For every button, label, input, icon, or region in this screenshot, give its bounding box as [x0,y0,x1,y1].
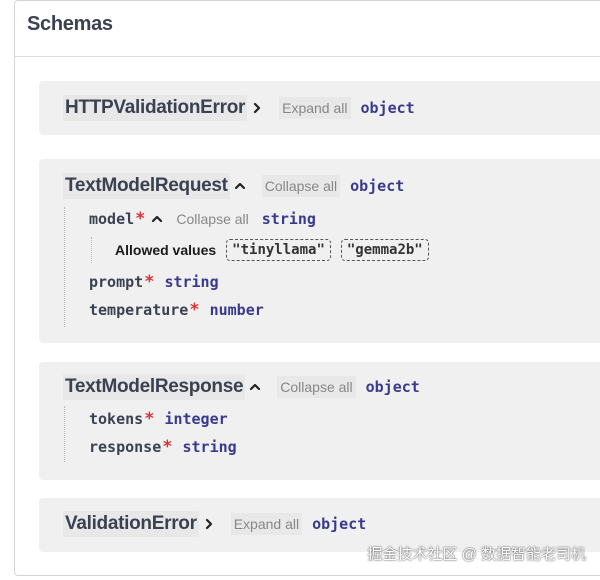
required-marker: * [144,272,155,292]
collapse-all-button[interactable]: Collapse all [277,376,356,398]
required-marker: * [189,300,200,320]
property-type: integer [164,410,228,428]
model-type: object [312,515,367,533]
model-type: object [365,378,420,396]
chevron-up-icon[interactable] [232,178,248,194]
allowed-values-label: Allowed values [115,242,217,258]
expand-all-button[interactable]: Expand all [230,513,303,535]
chevron-up-icon[interactable] [149,211,165,227]
collapse-all-button[interactable]: Collapse all [261,175,341,197]
property-name: model [89,210,135,228]
chevron-up-icon[interactable] [247,379,263,395]
property-row-tokens: tokens * integer [89,407,228,431]
required-marker: * [144,409,155,429]
property-tree-line [64,207,65,327]
model-name[interactable]: ValidationError [63,511,199,537]
model-textmodelrequest: TextModelRequest Collapse all object mod… [39,159,600,343]
section-title: Schemas [27,13,113,35]
model-textmodelresponse: TextModelResponse Collapse all object to… [39,362,600,480]
property-row-prompt: prompt * string [89,270,219,294]
property-name: temperature [89,301,189,319]
enum-value: "tinyllama" [226,239,331,261]
property-row-model: model * Collapse all string [89,207,316,231]
model-name[interactable]: HTTPValidationError [63,95,248,121]
required-marker: * [162,437,173,457]
property-type: string [164,273,219,291]
enum-tree-line [91,237,92,263]
property-row-temperature: temperature * number [89,298,264,322]
property-name: response [89,438,162,456]
required-marker: * [135,209,146,229]
expand-all-button[interactable]: Expand all [279,97,351,119]
collapse-all-button[interactable]: Collapse all [173,208,251,230]
chevron-right-icon[interactable] [201,516,217,532]
model-name[interactable]: TextModelRequest [63,173,230,199]
schemas-header[interactable]: Schemas [15,1,600,57]
property-type: string [261,210,316,228]
chevron-right-icon[interactable] [249,100,265,116]
property-name: prompt [89,273,144,291]
allowed-values-row: Allowed values "tinyllama" "gemma2b" [115,238,439,262]
model-type: object [350,177,405,195]
watermark-text: 掘金技术社区 @ 数据智能老司机 [367,546,586,563]
schemas-section: Schemas HTTPValidationError Expand all o… [14,0,600,576]
property-row-response: response * string [89,435,237,459]
model-type: object [360,99,415,117]
enum-value: "gemma2b" [340,239,429,261]
model-httpvalidationerror: HTTPValidationError Expand all object [39,81,600,135]
property-name: tokens [89,410,144,428]
property-tree-line [64,406,65,462]
model-name[interactable]: TextModelResponse [63,374,246,400]
property-type: number [209,301,264,319]
property-type: string [182,438,237,456]
